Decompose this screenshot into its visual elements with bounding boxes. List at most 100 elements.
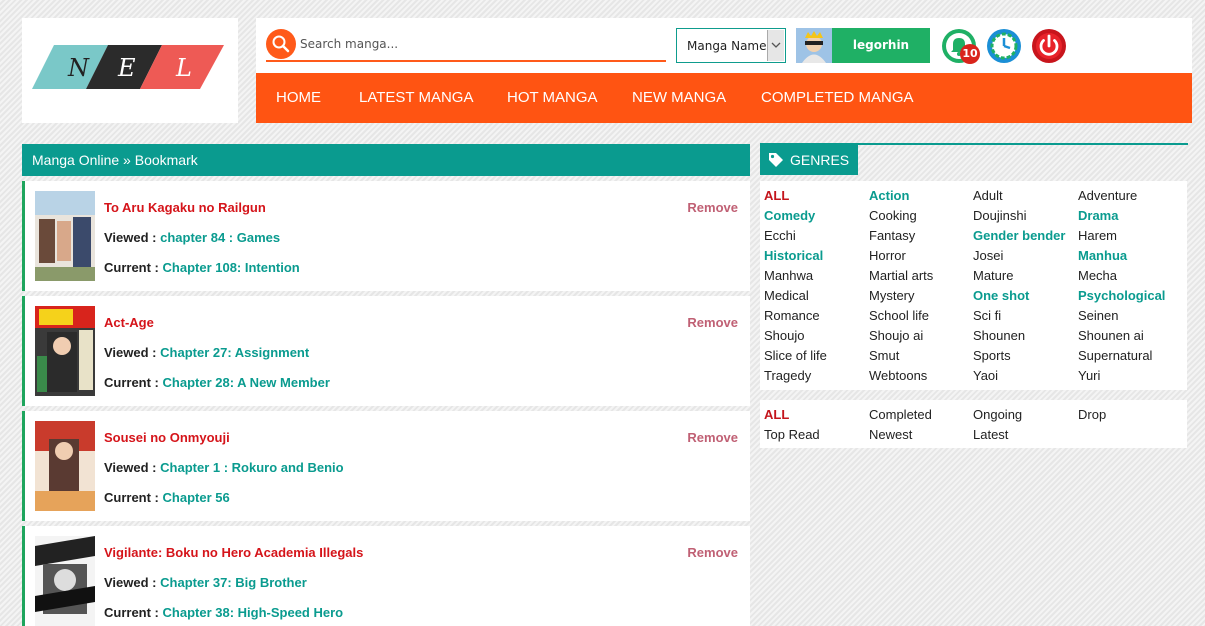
genre-link[interactable]: Smut: [869, 348, 899, 363]
viewed-chapter-link[interactable]: chapter 84 : Games: [160, 230, 280, 245]
header-bar: Manga Name legorhin 10: [256, 18, 1192, 73]
genre-link[interactable]: One shot: [973, 288, 1029, 303]
genre-link[interactable]: Shounen ai: [1078, 328, 1144, 343]
nav-completed-manga[interactable]: COMPLETED MANGA: [761, 73, 914, 123]
manga-cover-image[interactable]: [35, 536, 95, 626]
bookmark-item: Sousei no Onmyouji Remove Viewed : Chapt…: [22, 411, 750, 521]
remove-button[interactable]: Remove: [687, 545, 738, 560]
main-nav: HOME LATEST MANGA HOT MANGA NEW MANGA CO…: [256, 73, 1192, 123]
viewed-line: Viewed : Chapter 1 : Rokuro and Benio: [104, 460, 344, 475]
bookmark-item: To Aru Kagaku no Railgun Remove Viewed :…: [22, 181, 750, 291]
bookmark-title[interactable]: Sousei no Onmyouji: [104, 430, 230, 445]
viewed-chapter-link[interactable]: Chapter 37: Big Brother: [160, 575, 307, 590]
remove-button[interactable]: Remove: [687, 315, 738, 330]
history-icon[interactable]: [986, 28, 1022, 64]
status-link-all[interactable]: ALL: [764, 407, 789, 422]
genre-link[interactable]: Gender bender: [973, 228, 1065, 243]
genre-link[interactable]: Cooking: [869, 208, 917, 223]
breadcrumb[interactable]: Manga Online » Bookmark: [22, 144, 750, 176]
logo-letter: N: [67, 54, 90, 82]
genre-link[interactable]: Shoujo: [764, 328, 804, 343]
genre-link[interactable]: Adult: [973, 188, 1003, 203]
genre-link[interactable]: Manhua: [1078, 248, 1127, 263]
genre-link[interactable]: Supernatural: [1078, 348, 1152, 363]
avatar[interactable]: [796, 28, 832, 63]
genre-link[interactable]: Historical: [764, 248, 823, 263]
viewed-label: Viewed :: [104, 575, 157, 590]
genre-link[interactable]: Yaoi: [973, 368, 998, 383]
genre-link[interactable]: School life: [869, 308, 929, 323]
current-line: Current : Chapter 56: [104, 490, 230, 505]
genre-link[interactable]: Manhwa: [764, 268, 813, 283]
genre-link[interactable]: Slice of life: [764, 348, 827, 363]
nav-latest-manga[interactable]: LATEST MANGA: [359, 73, 473, 123]
status-link-completed[interactable]: Completed: [869, 407, 932, 422]
bookmark-item: Vigilante: Boku no Hero Academia Illegal…: [22, 526, 750, 626]
username-badge[interactable]: legorhin: [832, 28, 930, 63]
sort-link-top-read[interactable]: Top Read: [764, 427, 820, 442]
site-logo[interactable]: N E L: [22, 18, 238, 123]
current-label: Current :: [104, 260, 159, 275]
nav-home[interactable]: HOME: [276, 73, 321, 123]
genre-link[interactable]: Action: [869, 188, 909, 203]
status-filter-list: ALL Completed Ongoing Drop Top Read Newe…: [760, 400, 1187, 448]
genre-link[interactable]: Adventure: [1078, 188, 1137, 203]
status-link-ongoing[interactable]: Ongoing: [973, 407, 1022, 422]
sort-link-latest[interactable]: Latest: [973, 427, 1008, 442]
genre-link[interactable]: Shoujo ai: [869, 328, 923, 343]
genre-link[interactable]: Drama: [1078, 208, 1118, 223]
viewed-line: Viewed : Chapter 37: Big Brother: [104, 575, 307, 590]
genre-link[interactable]: Mystery: [869, 288, 915, 303]
genre-link[interactable]: Horror: [869, 248, 906, 263]
genre-link[interactable]: Doujinshi: [973, 208, 1026, 223]
manga-cover-image[interactable]: [35, 306, 95, 396]
logo-letter: L: [175, 54, 192, 82]
genre-link[interactable]: Seinen: [1078, 308, 1118, 323]
genre-link[interactable]: Sports: [973, 348, 1011, 363]
genre-link[interactable]: Martial arts: [869, 268, 933, 283]
bookmark-title[interactable]: Act-Age: [104, 315, 154, 330]
sort-link-newest[interactable]: Newest: [869, 427, 912, 442]
current-chapter-link[interactable]: Chapter 38: High-Speed Hero: [163, 605, 344, 620]
genre-link[interactable]: Webtoons: [869, 368, 927, 383]
genre-link[interactable]: Medical: [764, 288, 809, 303]
status-link-drop[interactable]: Drop: [1078, 407, 1106, 422]
genre-link[interactable]: Fantasy: [869, 228, 915, 243]
current-line: Current : Chapter 108: Intention: [104, 260, 300, 275]
current-label: Current :: [104, 375, 159, 390]
nav-hot-manga[interactable]: HOT MANGA: [507, 73, 598, 123]
viewed-chapter-link[interactable]: Chapter 27: Assignment: [160, 345, 309, 360]
logout-power-icon[interactable]: [1031, 28, 1067, 64]
current-line: Current : Chapter 38: High-Speed Hero: [104, 605, 343, 620]
viewed-line: Viewed : Chapter 27: Assignment: [104, 345, 309, 360]
search-icon[interactable]: [266, 29, 296, 59]
remove-button[interactable]: Remove: [687, 200, 738, 215]
bookmark-title[interactable]: Vigilante: Boku no Hero Academia Illegal…: [104, 545, 363, 560]
genre-link[interactable]: Psychological: [1078, 288, 1165, 303]
bookmark-title[interactable]: To Aru Kagaku no Railgun: [104, 200, 266, 215]
current-chapter-link[interactable]: Chapter 108: Intention: [163, 260, 300, 275]
genre-link[interactable]: Romance: [764, 308, 820, 323]
current-chapter-link[interactable]: Chapter 28: A New Member: [163, 375, 330, 390]
genre-link[interactable]: Mature: [973, 268, 1013, 283]
genre-link[interactable]: Comedy: [764, 208, 815, 223]
genre-link[interactable]: Tragedy: [764, 368, 811, 383]
genre-link[interactable]: Harem: [1078, 228, 1117, 243]
genre-link[interactable]: ALL: [764, 188, 789, 203]
nav-new-manga[interactable]: NEW MANGA: [632, 73, 726, 123]
search-type-select[interactable]: Manga Name: [676, 28, 786, 63]
search-input[interactable]: [300, 32, 660, 56]
viewed-chapter-link[interactable]: Chapter 1 : Rokuro and Benio: [160, 460, 343, 475]
current-chapter-link[interactable]: Chapter 56: [163, 490, 230, 505]
genre-link[interactable]: Ecchi: [764, 228, 796, 243]
viewed-label: Viewed :: [104, 230, 157, 245]
genre-link[interactable]: Yuri: [1078, 368, 1100, 383]
genre-link[interactable]: Shounen: [973, 328, 1025, 343]
current-line: Current : Chapter 28: A New Member: [104, 375, 330, 390]
manga-cover-image[interactable]: [35, 191, 95, 281]
remove-button[interactable]: Remove: [687, 430, 738, 445]
genre-link[interactable]: Josei: [973, 248, 1003, 263]
genre-link[interactable]: Mecha: [1078, 268, 1117, 283]
manga-cover-image[interactable]: [35, 421, 95, 511]
genre-link[interactable]: Sci fi: [973, 308, 1001, 323]
